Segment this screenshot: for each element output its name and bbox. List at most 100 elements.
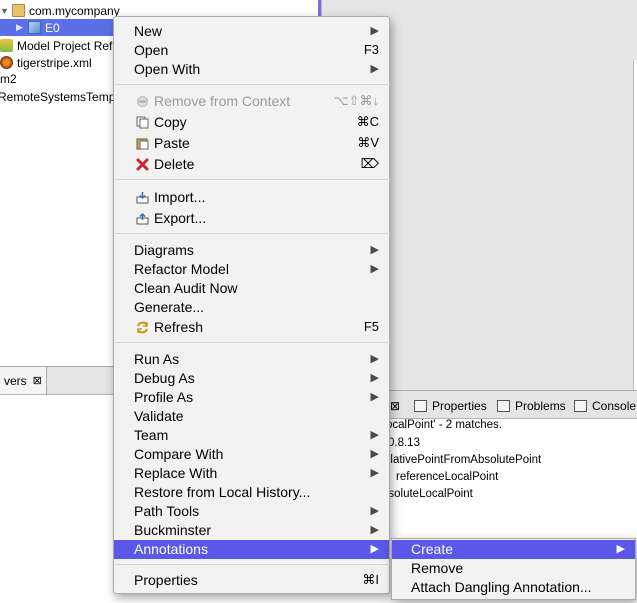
tab-problems[interactable]: Problems xyxy=(497,395,566,417)
menu-item-import[interactable]: Import... xyxy=(114,188,389,207)
menu-item-open[interactable]: Open F3 xyxy=(114,41,389,60)
submenu-arrow-icon: ▶ xyxy=(370,429,379,441)
search-result-item[interactable]: osoluteLocalPoint xyxy=(382,488,473,500)
tigerstripe-file-icon xyxy=(0,56,13,69)
tree-item-label: com.mycompany xyxy=(29,3,120,18)
menu-separator xyxy=(115,84,390,85)
menu-item-paste[interactable]: Paste ⌘V xyxy=(114,134,389,153)
menu-item-label: Debug As xyxy=(134,370,195,386)
menu-item-remove-from-context[interactable]: Remove from Context ⌥⇧⌘↓ xyxy=(114,92,389,111)
menu-item-debug-as[interactable]: Debug As ▶ xyxy=(114,369,389,388)
tab-servers[interactable]: vers ⊠ xyxy=(0,367,47,394)
tree-item-label: RemoteSystemsTempF xyxy=(0,89,123,104)
menu-item-restore-local-history[interactable]: Restore from Local History... xyxy=(114,483,389,502)
tree-item-tigerstripe-xml[interactable]: tigerstripe.xml xyxy=(0,54,92,71)
menu-item-label: Delete xyxy=(154,156,195,172)
search-result-version[interactable]: 0.8.13 xyxy=(388,437,420,449)
tab-label: Problems xyxy=(515,399,566,413)
menu-item-label: Validate xyxy=(134,408,184,424)
search-result-item[interactable]: elativePointFromAbsolutePoint xyxy=(384,454,541,466)
tree-item-model-ref[interactable]: Model Project Refer xyxy=(0,37,123,54)
tree-item-label: m2 xyxy=(0,71,17,86)
submenu-arrow-icon: ▶ xyxy=(370,543,379,555)
submenu-arrow-icon: ▶ xyxy=(370,263,379,275)
menu-item-refresh[interactable]: Refresh F5 xyxy=(114,318,389,337)
submenu-arrow-icon: ▶ xyxy=(370,505,379,517)
search-summary: ocalPoint' - 2 matches. xyxy=(386,419,502,431)
menu-item-label: Path Tools xyxy=(134,503,200,519)
shortcut-label: ⌥⇧⌘↓ xyxy=(333,93,379,108)
menu-item-label: Export... xyxy=(154,210,207,226)
shortcut-label: ⌘I xyxy=(362,572,379,587)
submenu-item-attach-dangling[interactable]: Attach Dangling Annotation... xyxy=(392,578,635,597)
close-icon[interactable]: ⊠ xyxy=(33,374,42,387)
expand-twisty-icon[interactable]: ▼ xyxy=(0,6,12,16)
menu-item-export[interactable]: Export... xyxy=(114,209,389,228)
delete-icon xyxy=(136,158,149,171)
menu-item-refactor-model[interactable]: Refactor Model ▶ xyxy=(114,260,389,279)
shortcut-label: ⌘V xyxy=(357,135,379,150)
menu-item-diagrams[interactable]: Diagrams ▶ xyxy=(114,241,389,260)
menu-separator xyxy=(115,233,390,234)
context-menu: New ▶ Open F3 Open With ▶ Remove from Co… xyxy=(113,16,390,594)
menu-separator xyxy=(115,564,390,565)
menu-item-label: Open With xyxy=(134,61,201,77)
menu-item-compare-with[interactable]: Compare With ▶ xyxy=(114,445,389,464)
menu-item-run-as[interactable]: Run As ▶ xyxy=(114,350,389,369)
menu-item-label: Open xyxy=(134,42,169,58)
shortcut-label: ⌘C xyxy=(356,114,379,129)
annotations-submenu: Create ▶ Remove Attach Dangling Annotati… xyxy=(391,538,636,600)
copy-icon xyxy=(136,116,149,129)
menu-item-delete[interactable]: Delete ⌦ xyxy=(114,155,389,174)
submenu-arrow-icon: ▶ xyxy=(370,467,379,479)
menu-item-label: Refresh xyxy=(154,319,204,335)
menu-item-label: Restore from Local History... xyxy=(134,484,311,500)
submenu-arrow-icon: ▶ xyxy=(370,391,379,403)
submenu-item-create[interactable]: Create ▶ xyxy=(392,540,635,559)
tree-item-remote-systems[interactable]: RemoteSystemsTempF xyxy=(0,88,123,105)
menu-item-generate[interactable]: Generate... xyxy=(114,298,389,317)
menu-item-label: Buckminster xyxy=(134,522,212,538)
tab-console[interactable]: Console xyxy=(574,395,636,417)
tree-item-package[interactable]: ▼ com.mycompany xyxy=(0,2,120,19)
shortcut-label: F5 xyxy=(363,319,379,334)
menu-item-path-tools[interactable]: Path Tools ▶ xyxy=(114,502,389,521)
menu-item-annotations[interactable]: Annotations ▶ xyxy=(114,540,389,559)
menu-item-copy[interactable]: Copy ⌘C xyxy=(114,113,389,132)
search-result-item[interactable]: referenceLocalPoint xyxy=(396,471,498,483)
menu-item-label: Clean Audit Now xyxy=(134,280,238,296)
problems-icon xyxy=(497,400,510,412)
menu-item-label: Attach Dangling Annotation... xyxy=(411,579,592,595)
menu-item-profile-as[interactable]: Profile As ▶ xyxy=(114,388,389,407)
tab-properties[interactable]: Properties xyxy=(414,395,487,417)
submenu-arrow-icon: ▶ xyxy=(370,448,379,460)
menu-item-label: Profile As xyxy=(134,389,194,405)
menu-item-new[interactable]: New ▶ xyxy=(114,22,389,41)
import-icon xyxy=(136,192,149,204)
menu-separator xyxy=(115,342,390,343)
tree-item-label: E0 xyxy=(45,20,60,35)
menu-item-buckminster[interactable]: Buckminster ▶ xyxy=(114,521,389,540)
close-icon[interactable]: ⊠ xyxy=(390,395,400,417)
model-reference-icon xyxy=(0,39,13,52)
menu-item-label: Copy xyxy=(154,114,187,130)
menu-item-label: Properties xyxy=(134,572,198,588)
menu-item-label: Team xyxy=(134,427,169,443)
submenu-arrow-icon: ▶ xyxy=(370,63,379,75)
menu-item-label: Import... xyxy=(154,189,206,205)
menu-item-replace-with[interactable]: Replace With ▶ xyxy=(114,464,389,483)
paste-icon xyxy=(136,138,149,150)
submenu-item-remove[interactable]: Remove xyxy=(392,559,635,578)
menu-item-open-with[interactable]: Open With ▶ xyxy=(114,60,389,79)
menu-item-validate[interactable]: Validate xyxy=(114,407,389,426)
menu-item-clean-audit[interactable]: Clean Audit Now xyxy=(114,279,389,298)
tab-label: Properties xyxy=(432,399,487,413)
collapse-twisty-icon[interactable]: ▶ xyxy=(16,22,28,33)
console-icon xyxy=(574,400,587,412)
tree-item-m2[interactable]: m2 xyxy=(0,70,17,87)
menu-item-properties[interactable]: Properties ⌘I xyxy=(114,571,389,590)
menu-item-label: New xyxy=(134,23,163,39)
menu-item-label: Remove xyxy=(411,560,464,576)
menu-item-team[interactable]: Team ▶ xyxy=(114,426,389,445)
submenu-arrow-icon: ▶ xyxy=(370,244,379,256)
